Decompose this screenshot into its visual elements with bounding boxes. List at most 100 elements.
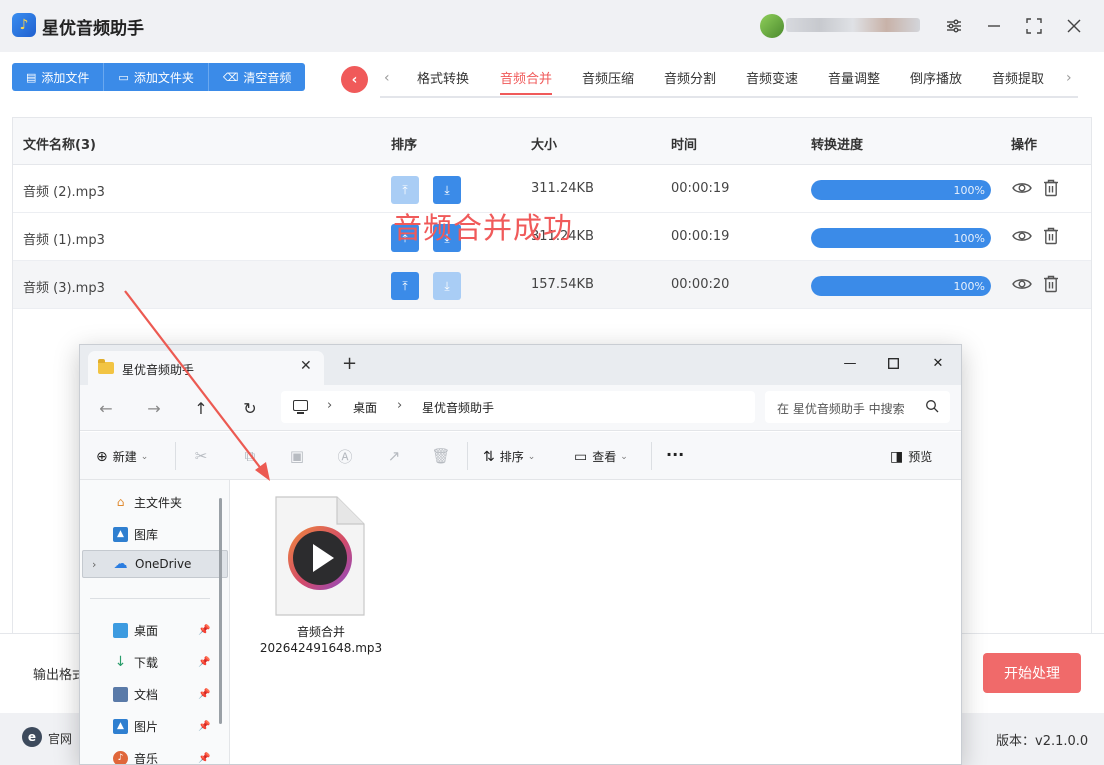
minimize-icon[interactable]	[982, 14, 1006, 38]
header-size: 大小	[531, 138, 558, 153]
tab-audio-extract[interactable]: 音频提取	[992, 68, 1044, 87]
new-label: 新建	[112, 450, 137, 464]
document-icon	[113, 686, 128, 702]
new-tab-icon[interactable]: +	[342, 355, 357, 373]
sidebar-item-documents[interactable]: 文档 📌	[80, 680, 226, 708]
close-icon[interactable]: ✕	[928, 353, 948, 373]
app-title: 星优音频助手	[42, 19, 144, 39]
arrow-down-icon: ⤓	[444, 182, 450, 197]
sidebar-item-home[interactable]: ⌂ 主文件夹	[80, 488, 226, 516]
tab-audio-merge[interactable]: 音频合并	[500, 68, 553, 95]
tab-volume-adjust[interactable]: 音量调整	[828, 68, 880, 87]
divider	[651, 442, 652, 470]
tab-reverse-play[interactable]: 倒序播放	[910, 68, 962, 87]
username-blurred[interactable]	[786, 18, 920, 32]
share-icon[interactable]: ↗	[384, 446, 404, 466]
clear-audio-button[interactable]: ⌫ 清空音频	[208, 63, 306, 91]
up-arrow-icon[interactable]: ↑	[191, 398, 211, 418]
breadcrumb-desktop[interactable]: 桌面	[353, 399, 377, 416]
file-toolbar: ▤ 添加文件 ▭ 添加文件夹 ⌫ 清空音频	[12, 63, 306, 91]
file-icon: ▤	[26, 70, 37, 84]
view-button[interactable]: ▭ 查看 ⌄	[574, 448, 628, 465]
move-up-button[interactable]: ⤒	[391, 272, 419, 300]
sidebar-item-desktop[interactable]: 桌面 📌	[80, 616, 226, 644]
pin-icon: 📌	[198, 656, 211, 668]
explorer-content: 音频合并 202642491648.mp3	[231, 480, 961, 764]
arrow-up-icon: ⤒	[402, 182, 408, 197]
copy-icon[interactable]: ⧉	[240, 446, 260, 466]
move-down-button[interactable]: ⤓	[433, 176, 461, 204]
file-name-line2: 202642491648.mp3	[259, 641, 383, 655]
sidebar-item-label: OneDrive	[135, 557, 192, 571]
close-tab-icon[interactable]: ✕	[300, 358, 312, 374]
chevron-right-icon: ›	[397, 398, 403, 413]
avatar[interactable]	[760, 14, 784, 38]
chevron-down-icon: ⌄	[527, 451, 536, 462]
maximize-icon[interactable]	[1022, 14, 1046, 38]
eye-icon[interactable]	[1011, 225, 1033, 247]
file-size: 157.54KB	[531, 277, 594, 292]
add-file-button[interactable]: ▤ 添加文件	[12, 63, 105, 91]
tab-audio-speed[interactable]: 音频变速	[746, 68, 798, 87]
sidebar-item-label: 音乐	[134, 751, 159, 765]
paste-icon[interactable]: ▣	[287, 446, 307, 466]
breadcrumb-folder[interactable]: 星优音频助手	[422, 399, 494, 416]
sidebar-item-downloads[interactable]: ↓ 下载 📌	[80, 648, 226, 676]
file-name-label: 音频合并 202642491648.mp3	[249, 624, 393, 656]
table-row[interactable]: 音频 (3).mp3 ⤒ ⤓ 157.54KB 00:00:20 100%	[13, 261, 1091, 309]
explorer-tab[interactable]: 星优音频助手 ✕	[88, 351, 324, 385]
tab-audio-compress[interactable]: 音频压缩	[582, 68, 634, 87]
refresh-icon[interactable]: ↻	[240, 398, 260, 418]
computer-icon	[293, 400, 308, 414]
header-time: 时间	[671, 138, 698, 153]
start-process-button[interactable]: 开始处理	[983, 653, 1081, 693]
output-format-label: 输出格式	[33, 668, 86, 683]
file-size: 311.24KB	[531, 181, 594, 196]
website-link[interactable]: 官网	[48, 730, 72, 747]
trash-icon[interactable]	[1040, 273, 1062, 295]
preview-button[interactable]: ◨ 预览	[890, 448, 932, 465]
app-titlebar: ♪ 星优音频助手	[0, 0, 1104, 52]
explorer-tab-title: 星优音频助手	[122, 363, 195, 377]
minimize-icon[interactable]: —	[840, 353, 860, 373]
sidebar-item-gallery[interactable]: ▲ 图库	[80, 520, 226, 548]
address-bar[interactable]: › 桌面 › 星优音频助手	[281, 391, 755, 423]
search-placeholder: 在 星优音频助手 中搜索	[777, 402, 905, 416]
file-explorer-window: 星优音频助手 ✕ + — ✕ ← → ↑ ↻ › 桌面 › 星优音频助手 在 星…	[79, 344, 962, 765]
rename-icon[interactable]: Ⓐ	[335, 446, 355, 466]
tab-format-convert[interactable]: 格式转换	[417, 68, 469, 87]
sidebar-item-music[interactable]: ♪ 音乐 📌	[80, 744, 226, 765]
eye-icon[interactable]	[1011, 177, 1033, 199]
eye-icon[interactable]	[1011, 273, 1033, 295]
delete-icon[interactable]: 🗑	[431, 446, 451, 466]
close-icon[interactable]	[1062, 14, 1086, 38]
sidebar-scrollbar[interactable]	[219, 498, 222, 724]
cut-icon[interactable]: ✂	[191, 446, 211, 466]
back-arrow-icon[interactable]: ←	[96, 398, 116, 418]
home-icon: ⌂	[116, 495, 125, 509]
folder-icon	[98, 359, 114, 374]
new-button[interactable]: ⊕ 新建 ⌄	[96, 448, 148, 465]
settings-sliders-icon[interactable]	[942, 14, 966, 38]
more-options-button[interactable]: ···	[666, 445, 684, 464]
sort-button[interactable]: ⇅ 排序 ⌄	[483, 448, 535, 465]
sidebar-item-pictures[interactable]: ▲ 图片 📌	[80, 712, 226, 740]
table-header: 文件名称(3) 排序 大小 时间 转换进度 操作	[13, 118, 1091, 165]
website-icon[interactable]: e	[22, 727, 42, 747]
back-button[interactable]: ‹	[341, 66, 368, 93]
add-folder-button[interactable]: ▭ 添加文件夹	[104, 63, 209, 91]
progress-percent: 100%	[953, 232, 985, 245]
trash-icon[interactable]	[1040, 177, 1062, 199]
search-icon	[926, 400, 939, 413]
maximize-icon[interactable]	[883, 353, 903, 373]
merged-audio-file[interactable]	[275, 496, 365, 616]
tab-audio-split[interactable]: 音频分割	[664, 68, 716, 87]
progress-bar: 100%	[811, 180, 991, 200]
tabs-prev-icon[interactable]: ‹	[384, 70, 390, 86]
forward-arrow-icon[interactable]: →	[144, 398, 164, 418]
sidebar-item-onedrive[interactable]: › ☁ OneDrive	[82, 550, 228, 578]
tabs-next-icon[interactable]: ›	[1066, 70, 1072, 86]
trash-icon[interactable]	[1040, 225, 1062, 247]
search-input[interactable]: 在 星优音频助手 中搜索	[765, 391, 950, 423]
function-tabs: ‹ 格式转换 音频合并 音频压缩 音频分割 音频变速 音量调整 倒序播放 音频提…	[380, 62, 1078, 98]
